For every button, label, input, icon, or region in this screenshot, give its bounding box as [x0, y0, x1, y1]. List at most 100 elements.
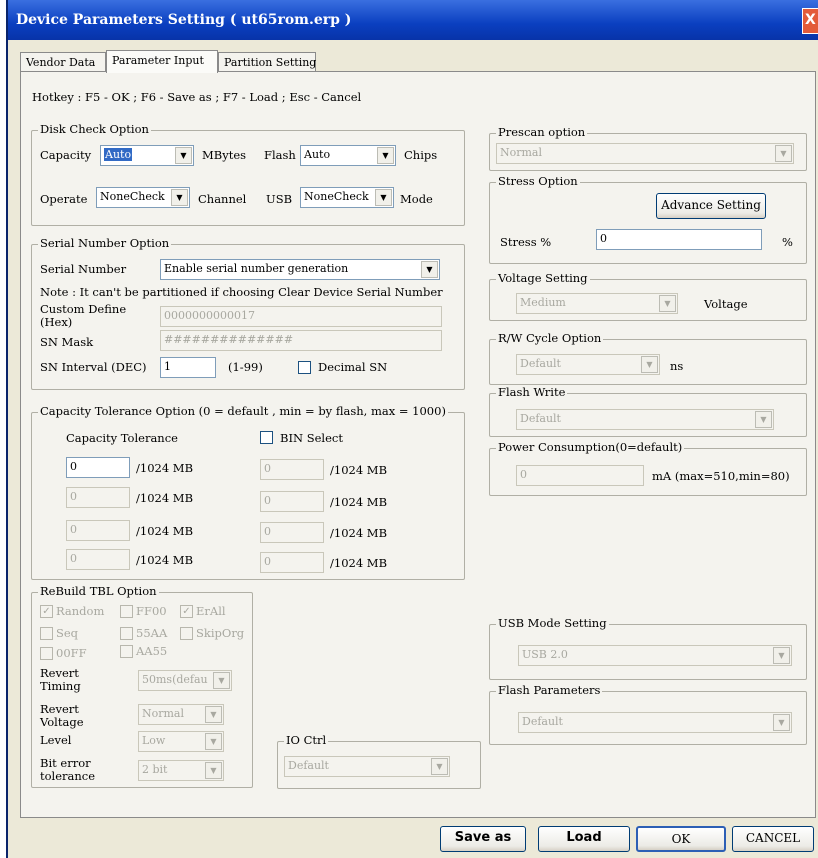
stress-input[interactable]: 0	[596, 229, 762, 250]
sn-mask-input[interactable]: ##############	[160, 330, 442, 351]
ff00-checkbox[interactable]	[120, 605, 133, 618]
serial-number-title: Serial Number Option	[38, 236, 172, 250]
capacity-tolerance-label: Capacity Tolerance	[66, 431, 178, 445]
power-unit: mA (max=510,min=80)	[652, 469, 790, 483]
mode-label: Mode	[400, 192, 433, 206]
ff00-label: FF00	[136, 604, 167, 618]
tab-parameter-input[interactable]: Parameter Input	[106, 50, 218, 73]
chevron-down-icon: ▼	[377, 147, 394, 164]
bin-input-2[interactable]: 0	[260, 491, 324, 512]
bin-input-1[interactable]: 0	[260, 459, 324, 480]
cancel-button[interactable]: CANCEL	[732, 826, 814, 852]
disk-check-group: Disk Check Option Capacity Auto ▼ MBytes …	[31, 122, 465, 226]
chips-label: Chips	[404, 148, 438, 162]
chevron-down-icon: ▼	[205, 706, 222, 723]
bin-input-3[interactable]: 0	[260, 522, 324, 543]
bit-error-label: Bit error tolerance	[40, 756, 96, 783]
advance-setting-button[interactable]: Advance Setting	[656, 193, 766, 219]
tolerance-unit-2: /1024 MB	[136, 491, 194, 505]
rw-cycle-select[interactable]: Default ▼	[516, 354, 660, 375]
title-bar[interactable]: Device Parameters Setting ( ut65rom.erp …	[8, 0, 818, 40]
bit-error-select[interactable]: 2 bit ▼	[138, 760, 224, 781]
tab-vendor-data[interactable]: Vendor Data	[20, 52, 106, 72]
erall-checkbox[interactable]: ✓	[180, 605, 193, 618]
chevron-down-icon: ▼	[641, 356, 658, 373]
tolerance-input-4[interactable]: 0	[66, 549, 130, 570]
close-button[interactable]: X	[802, 8, 818, 34]
flash-params-group: Flash Parameters Default ▼	[489, 683, 807, 745]
power-input[interactable]: 0	[516, 465, 644, 486]
level-select[interactable]: Low ▼	[138, 731, 224, 752]
bin-unit-2: /1024 MB	[330, 495, 388, 509]
serial-note: Note : It can't be partitioned if choosi…	[40, 285, 443, 299]
custom-define-input[interactable]: 0000000000017	[160, 306, 442, 327]
revert-voltage-select[interactable]: Normal ▼	[138, 704, 224, 725]
stress-group: Stress Option Advance Setting Stress % 0…	[489, 174, 807, 264]
flash-params-select[interactable]: Default ▼	[518, 712, 792, 733]
rebuild-tbl-group: ReBuild TBL Option ✓ Random FF00 ✓ ErAll…	[31, 584, 253, 788]
tab-partition-setting[interactable]: Partition Setting	[218, 52, 316, 72]
rw-cycle-title: R/W Cycle Option	[496, 331, 604, 345]
parameter-input-panel: Hotkey : F5 - OK ; F6 - Save as ; F7 - L…	[20, 71, 816, 818]
tolerance-input-2[interactable]: 0	[66, 487, 130, 508]
00ff-checkbox[interactable]	[40, 647, 53, 660]
serial-number-label: Serial Number	[40, 262, 127, 276]
sn-mask-label: SN Mask	[40, 335, 94, 349]
flash-label: Flash	[264, 148, 296, 162]
usb-select[interactable]: NoneCheck ▼	[300, 187, 394, 208]
00ff-label: 00FF	[56, 646, 87, 660]
operate-value: NoneCheck	[100, 190, 165, 203]
tolerance-unit-3: /1024 MB	[136, 524, 194, 538]
load-button[interactable]: Load	[538, 826, 630, 852]
ok-button[interactable]: OK	[636, 826, 726, 852]
bin-select-checkbox[interactable]	[260, 431, 273, 444]
tolerance-input-3[interactable]: 0	[66, 520, 130, 541]
bin-select-label: BIN Select	[280, 431, 343, 445]
skiporg-checkbox[interactable]	[180, 627, 193, 640]
channel-label: Channel	[198, 192, 247, 206]
io-ctrl-title: IO Ctrl	[284, 733, 329, 747]
sn-interval-input[interactable]: 1	[160, 357, 216, 378]
aa55-checkbox[interactable]	[120, 645, 133, 658]
usb-mode-group: USB Mode Setting USB 2.0 ▼	[489, 616, 807, 680]
flash-select[interactable]: Auto ▼	[300, 145, 396, 166]
window-title: Device Parameters Setting ( ut65rom.erp …	[16, 12, 352, 28]
bin-unit-4: /1024 MB	[330, 556, 388, 570]
serial-number-select[interactable]: Enable serial number generation ▼	[160, 259, 440, 280]
disk-check-title: Disk Check Option	[38, 122, 151, 136]
io-ctrl-select[interactable]: Default ▼	[284, 756, 450, 777]
chevron-down-icon: ▼	[205, 762, 222, 779]
decimal-sn-checkbox[interactable]	[298, 361, 311, 374]
55aa-checkbox[interactable]	[120, 627, 133, 640]
rw-cycle-group: R/W Cycle Option Default ▼ ns	[489, 331, 807, 385]
voltage-group: Voltage Setting Medium ▼ Voltage	[489, 271, 807, 321]
operate-label: Operate	[40, 192, 88, 206]
serial-number-value: Enable serial number generation	[164, 262, 349, 275]
capacity-select[interactable]: Auto ▼	[100, 145, 194, 166]
operate-select[interactable]: NoneCheck ▼	[96, 187, 190, 208]
erall-label: ErAll	[196, 604, 226, 618]
rw-cycle-unit: ns	[670, 359, 684, 373]
usb-mode-select[interactable]: USB 2.0 ▼	[518, 645, 792, 666]
prescan-select[interactable]: Normal ▼	[496, 143, 794, 164]
tolerance-input-1[interactable]: 0	[66, 457, 130, 478]
flash-write-group: Flash Write Default ▼	[489, 385, 807, 437]
flash-write-select[interactable]: Default ▼	[516, 409, 774, 430]
bin-input-4[interactable]: 0	[260, 552, 324, 573]
capacity-value: Auto	[104, 148, 133, 161]
hotkey-text: Hotkey : F5 - OK ; F6 - Save as ; F7 - L…	[32, 90, 362, 104]
seq-checkbox[interactable]	[40, 627, 53, 640]
voltage-select[interactable]: Medium ▼	[516, 293, 678, 314]
chevron-down-icon: ▼	[171, 189, 188, 206]
voltage-title: Voltage Setting	[496, 271, 590, 285]
random-checkbox[interactable]: ✓	[40, 605, 53, 618]
skiporg-label: SkipOrg	[196, 626, 245, 640]
mbytes-label: MBytes	[202, 148, 247, 162]
bin-unit-3: /1024 MB	[330, 526, 388, 540]
random-label: Random	[56, 604, 105, 618]
chevron-down-icon: ▼	[431, 758, 448, 775]
bin-unit-1: /1024 MB	[330, 463, 388, 477]
usb-value: NoneCheck	[304, 190, 369, 203]
revert-timing-select[interactable]: 50ms(defau ▼	[138, 670, 232, 691]
save-as-button[interactable]: Save as	[440, 826, 526, 852]
